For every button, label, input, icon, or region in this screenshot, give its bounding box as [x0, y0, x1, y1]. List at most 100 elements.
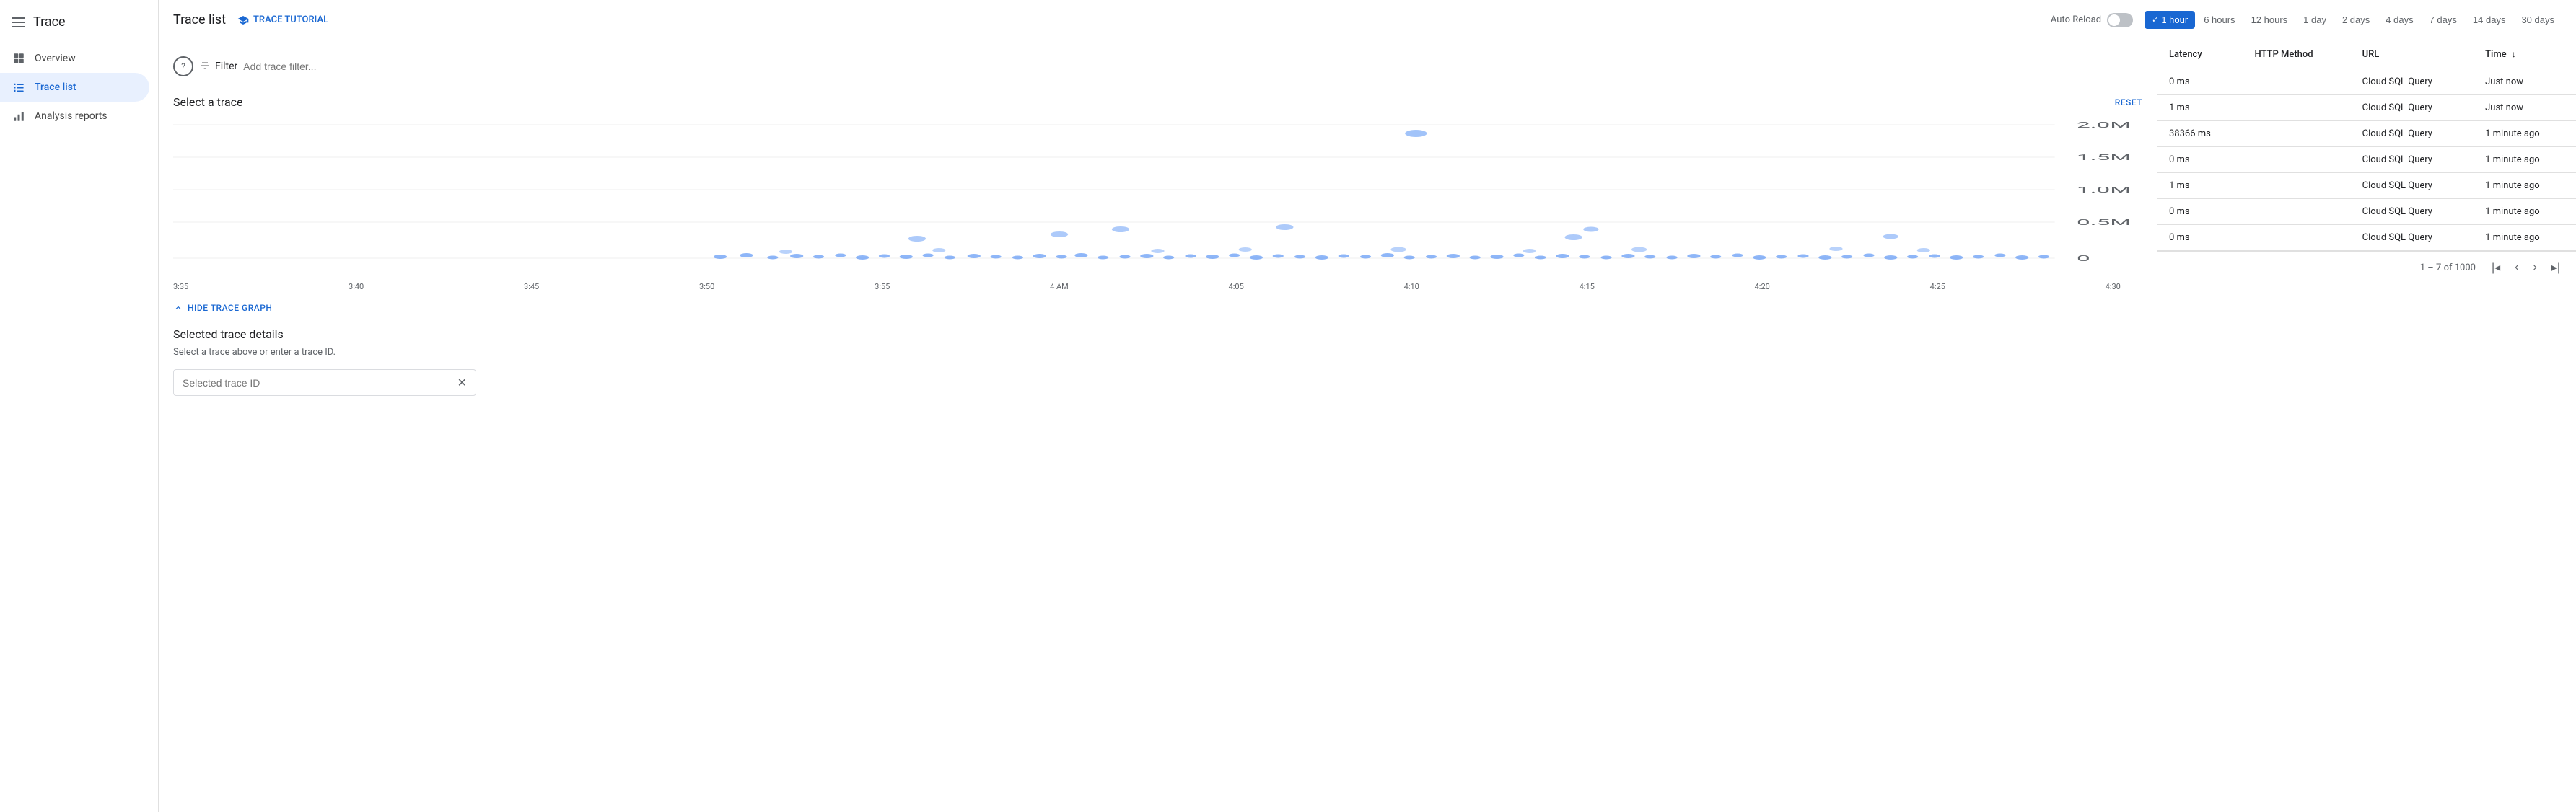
table-row[interactable]: 0 ms Cloud SQL QueryJust now: [2157, 69, 2576, 95]
reset-button[interactable]: RESET: [2115, 97, 2142, 107]
table-row[interactable]: 0 ms Cloud SQL Query1 minute ago: [2157, 147, 2576, 173]
table-row[interactable]: 38366 ms Cloud SQL Query1 minute ago: [2157, 121, 2576, 147]
hide-graph-label: HIDE TRACE GRAPH: [188, 303, 272, 313]
table-cell-time: 1 minute ago: [2474, 147, 2576, 173]
table-cell-http_method: [2243, 69, 2350, 95]
selected-trace-subtitle: Select a trace above or enter a trace ID…: [173, 347, 2142, 358]
table-cell-time: 1 minute ago: [2474, 121, 2576, 147]
time-range-12-hours[interactable]: 12 hours: [2244, 11, 2295, 29]
overview-icon: [12, 51, 26, 66]
table-cell-http_method: [2243, 147, 2350, 173]
table-cell-url: Cloud SQL Query: [2351, 147, 2474, 173]
graduation-icon: [237, 14, 249, 26]
table-cell-url: Cloud SQL Query: [2351, 199, 2474, 225]
time-range-buttons: ✓ 1 hour6 hours12 hours1 day2 days4 days…: [2145, 11, 2562, 29]
table-row[interactable]: 1 msCloud SQL Query1 minute ago: [2157, 173, 2576, 199]
sidebar-item-analysis-reports[interactable]: Analysis reports: [0, 102, 149, 131]
table-cell-url: Cloud SQL Query: [2351, 69, 2474, 95]
table-cell-latency: 1 ms: [2157, 95, 2243, 121]
table-cell-latency: 0 ms: [2157, 69, 2243, 95]
trace-list-icon: [12, 80, 26, 94]
table-cell-http_method: [2243, 121, 2350, 147]
main-content: Trace list TRACE TUTORIAL Auto Reload ✓ …: [159, 0, 2576, 812]
table-header-time[interactable]: Time ↓: [2474, 40, 2576, 69]
table-header-latency: Latency: [2157, 40, 2243, 69]
sidebar: Trace Overview: [0, 0, 159, 812]
sidebar-item-overview[interactable]: Overview: [0, 44, 149, 73]
xaxis-label: 3:55: [875, 282, 890, 291]
auto-reload-section: Auto Reload: [2051, 13, 2133, 27]
table-cell-latency: 0 ms: [2157, 147, 2243, 173]
left-panel: ? Filter Select a trace RESET: [159, 40, 2157, 812]
table-row[interactable]: 1 msCloud SQL QueryJust now: [2157, 95, 2576, 121]
table-cell-time: Just now: [2474, 95, 2576, 121]
xaxis-label: 4:20: [1755, 282, 1770, 291]
table-row[interactable]: 0 msCloud SQL Query1 minute ago: [2157, 225, 2576, 251]
table-cell-time: 1 minute ago: [2474, 173, 2576, 199]
sidebar-nav: Overview Trace list: [0, 44, 158, 131]
svg-text:2.0M: 2.0M: [2077, 120, 2131, 130]
table-row[interactable]: 0 ms Cloud SQL Query1 minute ago: [2157, 199, 2576, 225]
table-cell-http_method: [2243, 95, 2350, 121]
xaxis-label: 3:35: [173, 282, 188, 291]
time-range-1-hour[interactable]: ✓ 1 hour: [2145, 11, 2195, 29]
table-cell-latency: 0 ms: [2157, 199, 2243, 225]
filter-help-icon[interactable]: ?: [173, 56, 193, 76]
prev-page-button[interactable]: ‹: [2510, 258, 2523, 277]
filter-text: Filter: [215, 61, 237, 72]
table-header-url: URL: [2351, 40, 2474, 69]
selected-trace-details-title: Selected trace details: [173, 327, 2142, 341]
time-range-4-days[interactable]: 4 days: [2378, 11, 2420, 29]
trace-id-input[interactable]: [183, 377, 457, 389]
svg-text:1.5M: 1.5M: [2077, 153, 2131, 162]
right-panel: LatencyHTTP MethodURLTime ↓ 0 ms Cloud SQ…: [2157, 40, 2576, 812]
content-area: ? Filter Select a trace RESET: [159, 40, 2576, 812]
time-range-30-days[interactable]: 30 days: [2514, 11, 2562, 29]
auto-reload-label: Auto Reload: [2051, 14, 2101, 25]
chevron-up-icon: [173, 303, 183, 313]
xaxis-label: 4:25: [1930, 282, 1945, 291]
time-range-7-days[interactable]: 7 days: [2422, 11, 2464, 29]
table-cell-http_method: [2243, 225, 2350, 251]
time-range-1-day[interactable]: 1 day: [2296, 11, 2334, 29]
toggle-graph-button[interactable]: HIDE TRACE GRAPH: [173, 303, 2142, 313]
table-cell-time: Just now: [2474, 69, 2576, 95]
select-trace-header: Select a trace RESET: [173, 95, 2142, 109]
table-body: 0 msCloud SQL QueryJust now1 msCloud SQL…: [2157, 69, 2576, 251]
table-cell-http_method: [2243, 199, 2350, 225]
auto-reload-toggle[interactable]: [2107, 13, 2133, 27]
table-header-row: LatencyHTTP MethodURLTime ↓: [2157, 40, 2576, 69]
table-cell-url: Cloud SQL Query: [2351, 121, 2474, 147]
hamburger-icon[interactable]: [12, 17, 25, 27]
pagination: 1 – 7 of 1000 |◂ ‹ › ▸|: [2157, 251, 2576, 283]
trace-tutorial-link[interactable]: TRACE TUTORIAL: [237, 14, 328, 26]
sidebar-item-trace-list[interactable]: Trace list: [0, 73, 149, 102]
xaxis-label: 4:15: [1580, 282, 1595, 291]
xaxis-labels: 3:353:403:453:503:554 AM4:054:104:154:20…: [173, 282, 2142, 291]
filter-bar: ? Filter: [173, 52, 2142, 81]
filter-icon: [199, 61, 211, 72]
clear-input-icon[interactable]: ✕: [457, 376, 467, 389]
svg-text:0: 0: [2077, 254, 2090, 263]
pagination-range: 1 – 7 of 1000: [2420, 262, 2476, 273]
time-range-2-days[interactable]: 2 days: [2335, 11, 2377, 29]
xaxis-label: 3:50: [699, 282, 714, 291]
next-page-button[interactable]: ›: [2528, 258, 2541, 277]
analysis-reports-icon: [12, 109, 26, 123]
trace-id-input-row: ✕: [173, 369, 476, 396]
table-cell-time: 1 minute ago: [2474, 199, 2576, 225]
table-cell-http_method: [2243, 173, 2350, 199]
trace-chart: 2.0M 1.5M 1.0M 0.5M 0: [173, 118, 2142, 276]
filter-label[interactable]: Filter: [199, 61, 237, 72]
page-title: Trace list: [173, 12, 226, 27]
last-page-button[interactable]: ▸|: [2547, 257, 2564, 278]
chart-container[interactable]: 2.0M 1.5M 1.0M 0.5M 0: [173, 118, 2142, 276]
filter-input[interactable]: [243, 61, 2142, 72]
table-cell-latency: 38366 ms: [2157, 121, 2243, 147]
table-cell-latency: 0 ms: [2157, 225, 2243, 251]
time-range-6-hours[interactable]: 6 hours: [2196, 11, 2242, 29]
svg-text:1.0M: 1.0M: [2077, 185, 2131, 195]
table-cell-url: Cloud SQL Query: [2351, 173, 2474, 199]
first-page-button[interactable]: |◂: [2487, 257, 2505, 278]
time-range-14-days[interactable]: 14 days: [2466, 11, 2513, 29]
